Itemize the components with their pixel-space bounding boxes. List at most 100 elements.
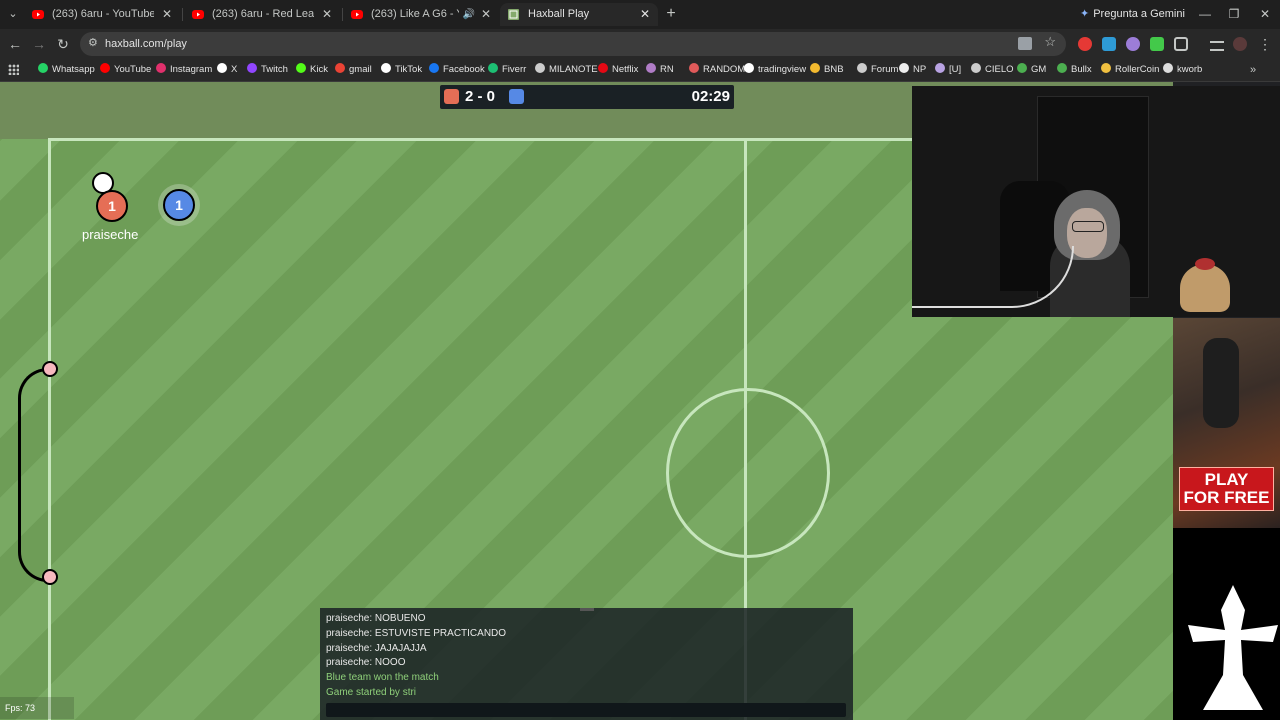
- site-info-icon[interactable]: ⚙: [88, 36, 98, 49]
- extensions-puzzle-icon[interactable]: [1174, 37, 1188, 51]
- translate-icon[interactable]: [1018, 37, 1032, 50]
- bookmark-label: CIELO: [985, 64, 1014, 75]
- bookmarks-overflow-icon[interactable]: »: [1250, 59, 1256, 81]
- bookmark-tradingview[interactable]: tradingview: [744, 59, 806, 81]
- media-controls-icon[interactable]: [1210, 41, 1224, 51]
- forward-button[interactable]: →: [30, 35, 48, 53]
- bookmark-instagram[interactable]: Instagram: [156, 59, 212, 81]
- mate-cup-top: [1195, 258, 1215, 270]
- bookmark-favicon-icon: [429, 63, 439, 73]
- record-extension-icon[interactable]: [1078, 37, 1092, 51]
- match-timer: 02:29: [691, 88, 730, 105]
- bookmark-rn[interactable]: RN: [646, 59, 674, 81]
- tab-title: (263) 6aru - Red Leather Jacket: [212, 8, 314, 20]
- bookmark-netflix[interactable]: Netflix: [598, 59, 638, 81]
- menu-kebab-icon[interactable]: ⋮: [1256, 35, 1274, 53]
- bookmark-gmail[interactable]: gmail: [335, 59, 372, 81]
- close-tab-icon[interactable]: ✕: [320, 3, 334, 26]
- tab-search-button[interactable]: ⌄: [4, 5, 22, 23]
- chat-input[interactable]: [326, 703, 846, 717]
- url-text[interactable]: haxball.com/play: [105, 32, 187, 56]
- red-goal: [18, 368, 55, 582]
- bookmark-facebook[interactable]: Facebook: [429, 59, 485, 81]
- bookmark-kick[interactable]: Kick: [296, 59, 328, 81]
- bookmark-tiktok[interactable]: TikTok: [381, 59, 422, 81]
- bookmark-star-icon[interactable]: ☆: [1044, 34, 1056, 50]
- bookmark-forum[interactable]: Forum: [857, 59, 898, 81]
- minimize-button[interactable]: —: [1190, 0, 1220, 29]
- extension-icon[interactable]: [1102, 37, 1116, 51]
- bookmark-random[interactable]: RANDOM: [689, 59, 745, 81]
- ad-play-button[interactable]: PLAY FOR FREE: [1179, 467, 1274, 511]
- bookmark-favicon-icon: [971, 63, 981, 73]
- address-bar[interactable]: ⚙ haxball.com/play ☆: [80, 32, 1066, 56]
- profile-avatar[interactable]: [1233, 37, 1247, 51]
- bookmark-gm[interactable]: GM: [1017, 59, 1046, 81]
- close-window-button[interactable]: ✕: [1250, 0, 1280, 29]
- bookmark-label: Forum: [871, 64, 899, 75]
- bookmark-favicon-icon: [810, 63, 820, 73]
- close-tab-icon[interactable]: ✕: [160, 3, 174, 26]
- score-text: 2 - 0: [465, 88, 496, 105]
- fps-counter: Fps: 73: [0, 697, 74, 719]
- tab-haxball-play[interactable]: Haxball Play ✕: [500, 3, 658, 26]
- chat-message: praiseche: JAJAJAJJA: [326, 643, 427, 654]
- bookmark-favicon-icon: [156, 63, 166, 73]
- reload-button[interactable]: ↻: [54, 35, 72, 53]
- side-advertisement[interactable]: PLAY FOR FREE: [1173, 318, 1280, 720]
- tab-youtube-6aru[interactable]: (263) 6aru - YouTube ✕: [24, 3, 180, 26]
- close-tab-icon[interactable]: ✕: [638, 3, 652, 26]
- bookmark-whatsapp[interactable]: Whatsapp: [38, 59, 95, 81]
- bookmark-label: tradingview: [758, 64, 807, 75]
- bookmark-favicon-icon: [100, 63, 110, 73]
- youtube-icon: [351, 10, 363, 19]
- bookmark-label: RANDOM: [703, 64, 746, 75]
- chat-message: praiseche: ESTUVISTE PRACTICANDO: [326, 628, 507, 639]
- bookmark-youtube[interactable]: YouTube: [100, 59, 151, 81]
- tab-youtube-like-a-g6[interactable]: (263) Like A G6 - YouTube 🔊 ✕: [343, 3, 499, 26]
- ask-gemini-button[interactable]: ✦ Pregunta a Gemini: [1080, 0, 1185, 29]
- red-player: 1: [96, 190, 128, 222]
- bookmark-fiverr[interactable]: Fiverr: [488, 59, 526, 81]
- mate-cup: [1180, 264, 1230, 312]
- chat-resize-handle[interactable]: [580, 608, 594, 611]
- ad-cross-logo: [1188, 585, 1278, 710]
- bookmark-label: Bullx: [1071, 64, 1092, 75]
- bookmark-milanote[interactable]: MILANOTE: [535, 59, 598, 81]
- center-circle: [666, 388, 830, 558]
- bookmark-favicon-icon: [935, 63, 945, 73]
- bookmark-np[interactable]: NP: [899, 59, 926, 81]
- bookmark-twitch[interactable]: Twitch: [247, 59, 288, 81]
- tab-youtube-red-leather-jacket[interactable]: (263) 6aru - Red Leather Jacket ✕: [184, 3, 340, 26]
- bookmark-label: Facebook: [443, 64, 485, 75]
- bookmark-favicon-icon: [488, 63, 498, 73]
- bookmark-favicon-icon: [899, 63, 909, 73]
- new-tab-button[interactable]: +: [662, 5, 680, 23]
- bookmark-u[interactable]: [U]: [935, 59, 961, 81]
- bookmark-bullx[interactable]: Bullx: [1057, 59, 1092, 81]
- maximize-button[interactable]: ❐: [1219, 0, 1249, 29]
- bookmark-label: RollerCoin: [1115, 64, 1160, 75]
- extension-icon[interactable]: [1150, 37, 1164, 51]
- gemini-icon: ✦: [1080, 8, 1090, 20]
- bookmark-favicon-icon: [857, 63, 867, 73]
- back-button[interactable]: ←: [6, 35, 24, 53]
- bookmark-label: Fiverr: [502, 64, 527, 75]
- player-name: praiseche: [82, 227, 139, 242]
- extension-icon[interactable]: [1126, 37, 1140, 51]
- close-tab-icon[interactable]: ✕: [479, 3, 493, 26]
- bookmark-kworb[interactable]: kworb: [1163, 59, 1202, 81]
- bookmark-bnb[interactable]: BNB: [810, 59, 844, 81]
- apps-grid-icon[interactable]: [8, 64, 19, 75]
- bookmark-favicon-icon: [38, 63, 48, 73]
- bookmark-favicon-icon: [1017, 63, 1027, 73]
- speaker-icon[interactable]: 🔊: [463, 3, 475, 26]
- youtube-icon: [192, 10, 204, 19]
- bookmark-cielo[interactable]: CIELO: [971, 59, 1014, 81]
- tab-strip: ⌄ (263) 6aru - YouTube ✕ (263) 6aru - Re…: [0, 0, 1280, 29]
- bookmark-rollercoin[interactable]: RollerCoin: [1101, 59, 1159, 81]
- bookmark-x[interactable]: X: [217, 59, 237, 81]
- bookmark-label: Whatsapp: [52, 64, 95, 75]
- bookmark-label: Netflix: [612, 64, 639, 75]
- bookmark-favicon-icon: [217, 63, 227, 73]
